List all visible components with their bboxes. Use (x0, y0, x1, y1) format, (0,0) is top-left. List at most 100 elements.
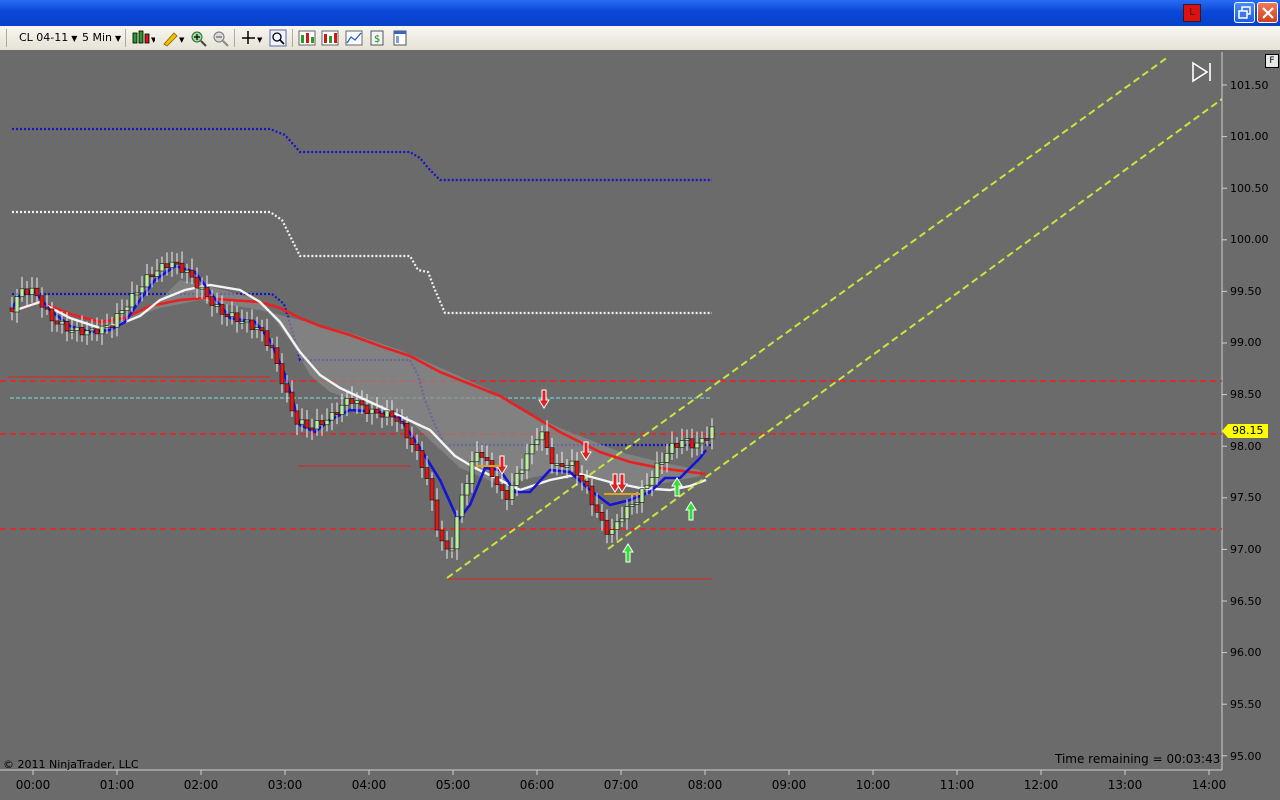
up-candle (344, 398, 350, 406)
up-candle (229, 312, 235, 318)
up-candle (474, 452, 480, 463)
restore-button[interactable] (1234, 2, 1255, 23)
up-candle (694, 442, 700, 449)
up-candle (539, 431, 545, 441)
down-candle (319, 420, 325, 426)
down-candle (674, 442, 680, 448)
crosshair-icon[interactable]: ▼ (240, 29, 264, 47)
up-candle (509, 484, 515, 500)
down-candle (349, 398, 355, 404)
up-candle (329, 412, 335, 421)
zoom-out-icon[interactable] (211, 29, 229, 47)
down-candle (189, 269, 195, 278)
up-candle (299, 419, 305, 425)
up-candle (99, 325, 105, 335)
x-axis-label: 11:00 (939, 778, 975, 792)
pencil-icon[interactable]: ▼ (161, 29, 185, 47)
up-candle (679, 440, 685, 448)
up-candle (74, 326, 80, 331)
indicator-l-button[interactable]: L (1183, 4, 1201, 22)
down-candle (209, 296, 215, 306)
down-candle (704, 438, 710, 441)
down-candle (54, 320, 60, 325)
up-candle (519, 469, 525, 474)
down-candle (94, 328, 100, 335)
x-axis-label: 02:00 (183, 778, 219, 792)
y-axis-label: 95.00 (1230, 750, 1262, 763)
up-candle (529, 444, 535, 455)
down-candle (589, 485, 595, 506)
up-candle (69, 330, 75, 333)
chart-style-icon[interactable] (345, 29, 363, 47)
close-icon (1262, 7, 1274, 19)
down-candle (24, 288, 30, 295)
up-candle (214, 304, 220, 307)
instrument-selector[interactable]: CL 04-11 ▼ (19, 29, 77, 47)
down-candle (434, 499, 440, 531)
close-button[interactable] (1257, 2, 1278, 23)
up-candle (134, 292, 140, 296)
y-axis-label: 100.00 (1230, 233, 1269, 246)
up-candle (29, 287, 35, 295)
up-candle (124, 306, 130, 311)
toolbar-separator (292, 29, 293, 47)
down-candle (224, 314, 230, 318)
up-candle (129, 293, 135, 308)
up-candle (354, 400, 360, 404)
down-candle (394, 416, 400, 422)
magnifier-icon[interactable] (269, 29, 287, 47)
strategies-icon[interactable] (321, 29, 339, 47)
zoom-in-icon[interactable] (189, 29, 207, 47)
down-candle (279, 363, 285, 385)
y-axis-label: 95.50 (1230, 698, 1262, 711)
down-candle (9, 307, 15, 313)
up-candle (459, 494, 465, 518)
up-candle (649, 477, 655, 486)
x-axis-label: 12:00 (1023, 778, 1059, 792)
up-candle (699, 438, 705, 444)
down-candle (304, 419, 310, 429)
up-candle (469, 461, 475, 484)
bar-time-remaining: Time remaining = 00:03:43 (1055, 752, 1221, 766)
down-candle (604, 519, 610, 535)
down-candle (584, 480, 590, 487)
up-candle (614, 521, 620, 530)
up-candle (709, 426, 715, 440)
indicators-icon[interactable] (298, 29, 316, 47)
x-axis-label: 14:00 (1191, 778, 1227, 792)
up-candle (669, 442, 675, 454)
svg-text:$: $ (374, 34, 380, 45)
toolbar-grip (6, 29, 7, 47)
down-candle (79, 326, 85, 336)
price-chart[interactable] (0, 50, 1280, 800)
up-candle (569, 460, 575, 466)
properties-icon[interactable] (391, 29, 409, 47)
up-candle (514, 472, 520, 486)
down-candle (49, 308, 55, 322)
y-axis-label: 100.50 (1230, 182, 1269, 195)
down-candle (599, 512, 605, 521)
up-candle (564, 465, 570, 468)
flag-button[interactable]: F (1265, 54, 1279, 68)
x-axis-label: 08:00 (687, 778, 723, 792)
interval-selector[interactable]: 5 Min ▼ (82, 29, 121, 47)
up-candle (629, 504, 635, 507)
toolbar-separator (125, 29, 126, 47)
y-axis-label: 96.00 (1230, 646, 1262, 659)
down-candle (404, 422, 410, 439)
down-candle (164, 263, 170, 268)
down-candle (289, 391, 295, 412)
up-candle (144, 274, 150, 288)
up-candle (684, 438, 690, 442)
interval-label: 5 Min (82, 31, 113, 44)
x-axis-label: 13:00 (1107, 778, 1143, 792)
up-candle (464, 483, 470, 496)
up-candle (114, 313, 120, 328)
up-candle (654, 462, 660, 478)
down-candle (504, 490, 510, 500)
candlestick-icon[interactable]: ▼ (131, 29, 155, 47)
data-box-icon[interactable]: $ (368, 29, 386, 47)
down-candle (269, 345, 275, 349)
up-candle (624, 506, 630, 520)
down-candle (294, 410, 300, 425)
